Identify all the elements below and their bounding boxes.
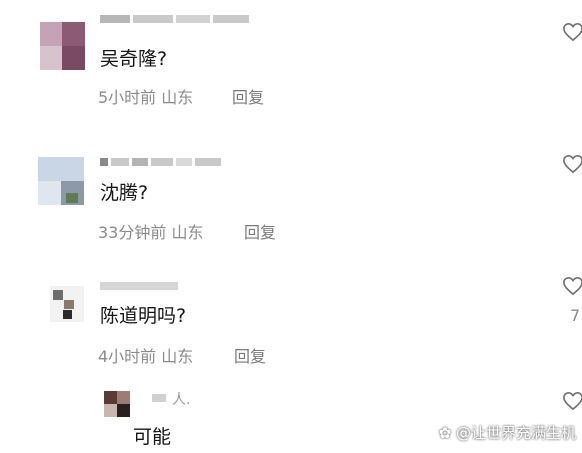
avatar[interactable]	[38, 157, 84, 205]
username-blurred[interactable]	[100, 281, 178, 291]
comment-location: 山东	[171, 223, 204, 242]
comment-item: 吴奇隆? 5小时前 山东 回复	[0, 0, 582, 130]
comment-text: 可能	[133, 426, 172, 448]
comment-item: 陈道明吗? 4小时前 山东 回复 7	[0, 260, 582, 385]
author-icon: ✿	[438, 424, 452, 442]
watermark: ✿ @让世界充满生机	[439, 422, 576, 443]
comment-time: 33分钟前	[98, 223, 167, 242]
comment-time: 4小时前	[98, 347, 157, 366]
comment-text: 吴奇隆?	[100, 48, 168, 70]
comment-item: 沈腾? 33分钟前 山东 回复	[0, 130, 582, 260]
comment-location: 山东	[161, 347, 194, 366]
reply-button[interactable]: 回复	[244, 219, 276, 243]
comment-meta: 4小时前 山东	[98, 343, 193, 367]
like-count: 7	[570, 306, 581, 325]
username-partial: 人.	[172, 392, 191, 408]
comment-text: 陈道明吗?	[100, 305, 187, 327]
comment-text: 沈腾?	[100, 182, 149, 204]
avatar[interactable]	[104, 391, 130, 417]
reply-button[interactable]: 回复	[234, 343, 266, 367]
avatar[interactable]	[50, 286, 84, 322]
avatar[interactable]	[40, 22, 85, 70]
heart-outline-icon[interactable]	[562, 391, 582, 411]
comment-meta: 33分钟前 山东	[98, 219, 203, 243]
username-blurred[interactable]	[100, 14, 249, 24]
reply-button[interactable]: 回复	[232, 84, 264, 108]
username-blurred[interactable]	[100, 157, 221, 167]
username-blurred[interactable]	[152, 393, 166, 403]
heart-outline-icon[interactable]	[562, 276, 582, 296]
heart-outline-icon[interactable]	[562, 154, 582, 174]
comment-meta: 5小时前 山东	[98, 84, 193, 108]
comment-location: 山东	[161, 88, 194, 107]
heart-outline-icon[interactable]	[562, 22, 582, 42]
comment-time: 5小时前	[98, 88, 157, 107]
watermark-text: @让世界充满生机	[455, 424, 576, 442]
